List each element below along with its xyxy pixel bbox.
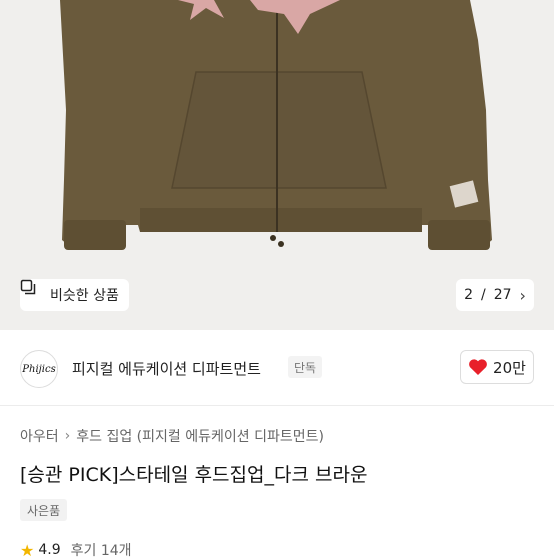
- zipper-pull: [270, 235, 276, 241]
- breadcrumb-item-outer[interactable]: 아우터: [20, 426, 59, 446]
- exclusive-tag: 단독: [288, 356, 323, 378]
- current-page: 2: [464, 287, 473, 303]
- gallery-page-indicator[interactable]: 2 / 27 ›: [456, 279, 534, 311]
- brand-logo-text: Phijics: [22, 363, 56, 375]
- like-count: 20만: [493, 358, 526, 377]
- pocket: [171, 71, 387, 189]
- rating-value: 4.9: [38, 542, 61, 558]
- breadcrumb: 아우터 › 후드 집업 (피지컬 에듀케이션 디파트먼트): [20, 426, 324, 446]
- page-separator: /: [480, 287, 486, 303]
- zipper-pull-2: [278, 241, 284, 247]
- chevron-right-icon[interactable]: ›: [520, 286, 526, 305]
- right-cuff: [428, 220, 490, 250]
- total-pages: 27: [493, 287, 512, 303]
- heart-icon: [468, 358, 488, 376]
- hem-band: [140, 208, 422, 232]
- similar-items-icon: [20, 279, 44, 303]
- product-image-gallery[interactable]: 비슷한 상품 2 / 27 ›: [0, 0, 554, 330]
- gift-badge: 사은품: [20, 499, 68, 521]
- breadcrumb-item-hood-zipup[interactable]: 후드 집업 (피지컬 에듀케이션 디파트먼트): [76, 426, 324, 446]
- brand-logo[interactable]: Phijics: [20, 350, 58, 388]
- star-icon: ★: [20, 540, 35, 560]
- left-cuff: [64, 220, 126, 250]
- similar-items-button[interactable]: 비슷한 상품: [20, 279, 129, 311]
- brand-name[interactable]: 피지컬 에듀케이션 디파트먼트: [72, 358, 261, 379]
- product-title: [승관 PICK]스타테일 후드집업_다크 브라운: [20, 464, 368, 486]
- chevron-right-icon: ›: [64, 428, 71, 444]
- brand-row[interactable]: Phijics 피지컬 에듀케이션 디파트먼트 단독 20만: [0, 330, 554, 406]
- review-count[interactable]: 후기 14개: [71, 540, 132, 560]
- rating-row[interactable]: ★ 4.9 후기 14개: [20, 540, 132, 560]
- like-button[interactable]: 20만: [460, 350, 534, 384]
- similar-items-label: 비슷한 상품: [50, 288, 119, 304]
